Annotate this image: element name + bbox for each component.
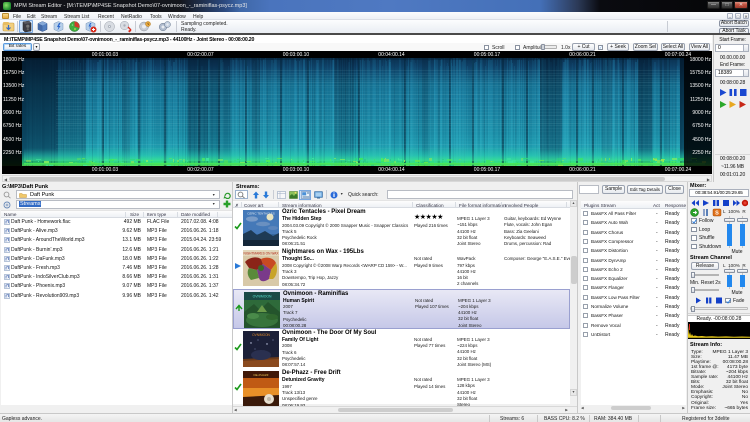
- svg-text:DE-PHAZZ: DE-PHAZZ: [254, 373, 269, 377]
- svg-text:OVNIMOON: OVNIMOON: [252, 333, 270, 337]
- svg-text:NIGHTMARES ON WAX: NIGHTMARES ON WAX: [244, 252, 279, 256]
- svg-text:OVNIMOON: OVNIMOON: [253, 294, 272, 298]
- svg-text:S: S: [715, 211, 719, 217]
- svg-text:OZRIC TENTACLES: OZRIC TENTACLES: [247, 212, 275, 216]
